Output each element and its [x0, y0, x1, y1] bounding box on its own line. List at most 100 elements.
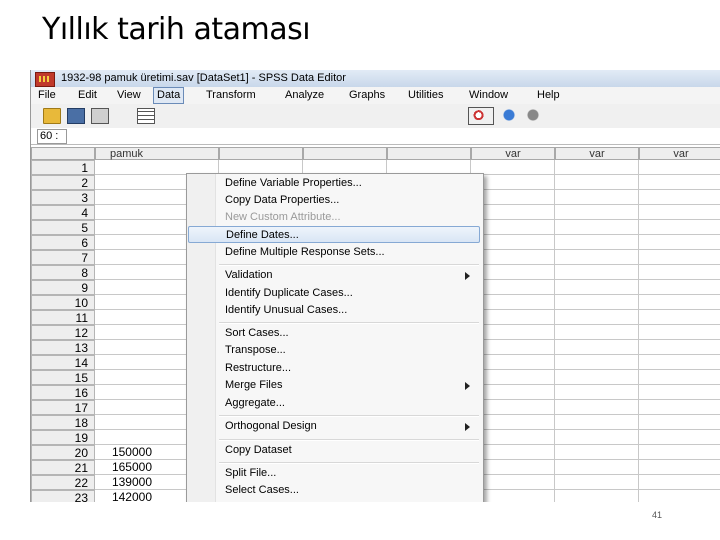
- menu-item-copy-data-properties[interactable]: Copy Data Properties...: [188, 192, 480, 209]
- table-cell[interactable]: [639, 490, 720, 502]
- table-cell[interactable]: [555, 265, 639, 280]
- column-header-pamuk[interactable]: pamuk: [95, 147, 219, 160]
- table-cell[interactable]: [555, 430, 639, 445]
- row-number[interactable]: 15: [31, 370, 95, 385]
- table-cell[interactable]: [639, 310, 720, 325]
- row-number[interactable]: 13: [31, 340, 95, 355]
- menu-transform[interactable]: Transform: [206, 87, 256, 104]
- save-icon[interactable]: [67, 108, 85, 124]
- menu-help[interactable]: Help: [537, 87, 560, 104]
- column-header-var[interactable]: var: [639, 147, 720, 160]
- menu-item-weight-cases[interactable]: Weight Cases...: [188, 500, 480, 502]
- table-cell[interactable]: [555, 445, 639, 460]
- menu-item-orthogonal-design[interactable]: Orthogonal Design: [188, 418, 480, 435]
- menu-item-define-multiple-response-sets[interactable]: Define Multiple Response Sets...: [188, 244, 480, 261]
- menu-item-define-variable-properties[interactable]: Define Variable Properties...: [188, 175, 480, 192]
- row-number[interactable]: 1: [31, 160, 95, 175]
- table-cell[interactable]: [639, 205, 720, 220]
- table-cell[interactable]: [555, 475, 639, 490]
- column-header-var[interactable]: [387, 147, 471, 160]
- table-cell[interactable]: [555, 460, 639, 475]
- table-cell[interactable]: [555, 190, 639, 205]
- row-number[interactable]: 11: [31, 310, 95, 325]
- menu-view[interactable]: View: [117, 87, 141, 104]
- data-grid-icon[interactable]: [137, 108, 155, 124]
- row-number[interactable]: 19: [31, 430, 95, 445]
- open-folder-icon[interactable]: [43, 108, 61, 124]
- menu-graphs[interactable]: Graphs: [349, 87, 385, 104]
- table-cell[interactable]: [555, 280, 639, 295]
- row-number[interactable]: 23: [31, 490, 95, 502]
- table-cell[interactable]: [555, 235, 639, 250]
- row-number[interactable]: 17: [31, 400, 95, 415]
- row-number[interactable]: 4: [31, 205, 95, 220]
- use-sets-icon[interactable]: [525, 108, 541, 122]
- row-number[interactable]: 3: [31, 190, 95, 205]
- table-cell[interactable]: [639, 160, 720, 175]
- table-cell[interactable]: [639, 340, 720, 355]
- row-number[interactable]: 14: [31, 355, 95, 370]
- table-cell[interactable]: [555, 295, 639, 310]
- row-number[interactable]: 7: [31, 250, 95, 265]
- menu-analyze[interactable]: Analyze: [285, 87, 324, 104]
- table-cell[interactable]: [555, 370, 639, 385]
- table-cell[interactable]: [639, 220, 720, 235]
- row-number[interactable]: 21: [31, 460, 95, 475]
- row-number[interactable]: 8: [31, 265, 95, 280]
- table-cell[interactable]: [639, 250, 720, 265]
- column-header-var[interactable]: var: [555, 147, 639, 160]
- table-cell[interactable]: [639, 280, 720, 295]
- table-cell[interactable]: [555, 250, 639, 265]
- menu-item-sort-cases[interactable]: Sort Cases...: [188, 325, 480, 342]
- menu-item-copy-dataset[interactable]: Copy Dataset: [188, 442, 480, 459]
- column-header-var[interactable]: [219, 147, 303, 160]
- find-icon[interactable]: [468, 107, 494, 125]
- table-cell[interactable]: [639, 370, 720, 385]
- menu-utilities[interactable]: Utilities: [408, 87, 443, 104]
- menu-item-validation[interactable]: Validation: [188, 267, 480, 284]
- table-cell[interactable]: [639, 265, 720, 280]
- row-number[interactable]: 18: [31, 415, 95, 430]
- row-number[interactable]: 6: [31, 235, 95, 250]
- table-cell[interactable]: [555, 325, 639, 340]
- menu-item-transpose[interactable]: Transpose...: [188, 342, 480, 359]
- column-header-var[interactable]: var: [471, 147, 555, 160]
- menu-item-identify-unusual-cases[interactable]: Identify Unusual Cases...: [188, 302, 480, 319]
- table-cell[interactable]: [639, 400, 720, 415]
- menu-item-identify-duplicate-cases[interactable]: Identify Duplicate Cases...: [188, 285, 480, 302]
- column-header-var[interactable]: [303, 147, 387, 160]
- table-cell[interactable]: [555, 415, 639, 430]
- menu-item-define-dates[interactable]: Define Dates...: [188, 226, 480, 243]
- menu-edit[interactable]: Edit: [78, 87, 97, 104]
- menu-item-restructure[interactable]: Restructure...: [188, 360, 480, 377]
- table-cell[interactable]: [639, 415, 720, 430]
- table-cell[interactable]: [555, 160, 639, 175]
- table-cell[interactable]: [555, 310, 639, 325]
- table-cell[interactable]: [639, 445, 720, 460]
- table-cell[interactable]: [639, 355, 720, 370]
- menu-item-select-cases[interactable]: Select Cases...: [188, 482, 480, 499]
- table-cell[interactable]: [639, 175, 720, 190]
- row-number[interactable]: 20: [31, 445, 95, 460]
- table-cell[interactable]: [639, 430, 720, 445]
- row-number[interactable]: 10: [31, 295, 95, 310]
- menu-data[interactable]: Data: [153, 87, 185, 104]
- table-cell[interactable]: [555, 400, 639, 415]
- table-cell[interactable]: [639, 295, 720, 310]
- menu-window[interactable]: Window: [469, 87, 508, 104]
- table-cell[interactable]: [639, 475, 720, 490]
- row-number[interactable]: 12: [31, 325, 95, 340]
- menu-item-aggregate[interactable]: Aggregate...: [188, 395, 480, 412]
- table-cell[interactable]: [555, 205, 639, 220]
- table-cell[interactable]: [555, 220, 639, 235]
- row-number[interactable]: 9: [31, 280, 95, 295]
- cell-reference[interactable]: 60 :: [37, 129, 67, 144]
- row-number[interactable]: 22: [31, 475, 95, 490]
- value-labels-icon[interactable]: [501, 108, 517, 122]
- menu-file[interactable]: File: [38, 87, 56, 104]
- row-number[interactable]: 5: [31, 220, 95, 235]
- table-cell[interactable]: [639, 325, 720, 340]
- table-cell[interactable]: [639, 385, 720, 400]
- row-number[interactable]: 16: [31, 385, 95, 400]
- table-cell[interactable]: [639, 460, 720, 475]
